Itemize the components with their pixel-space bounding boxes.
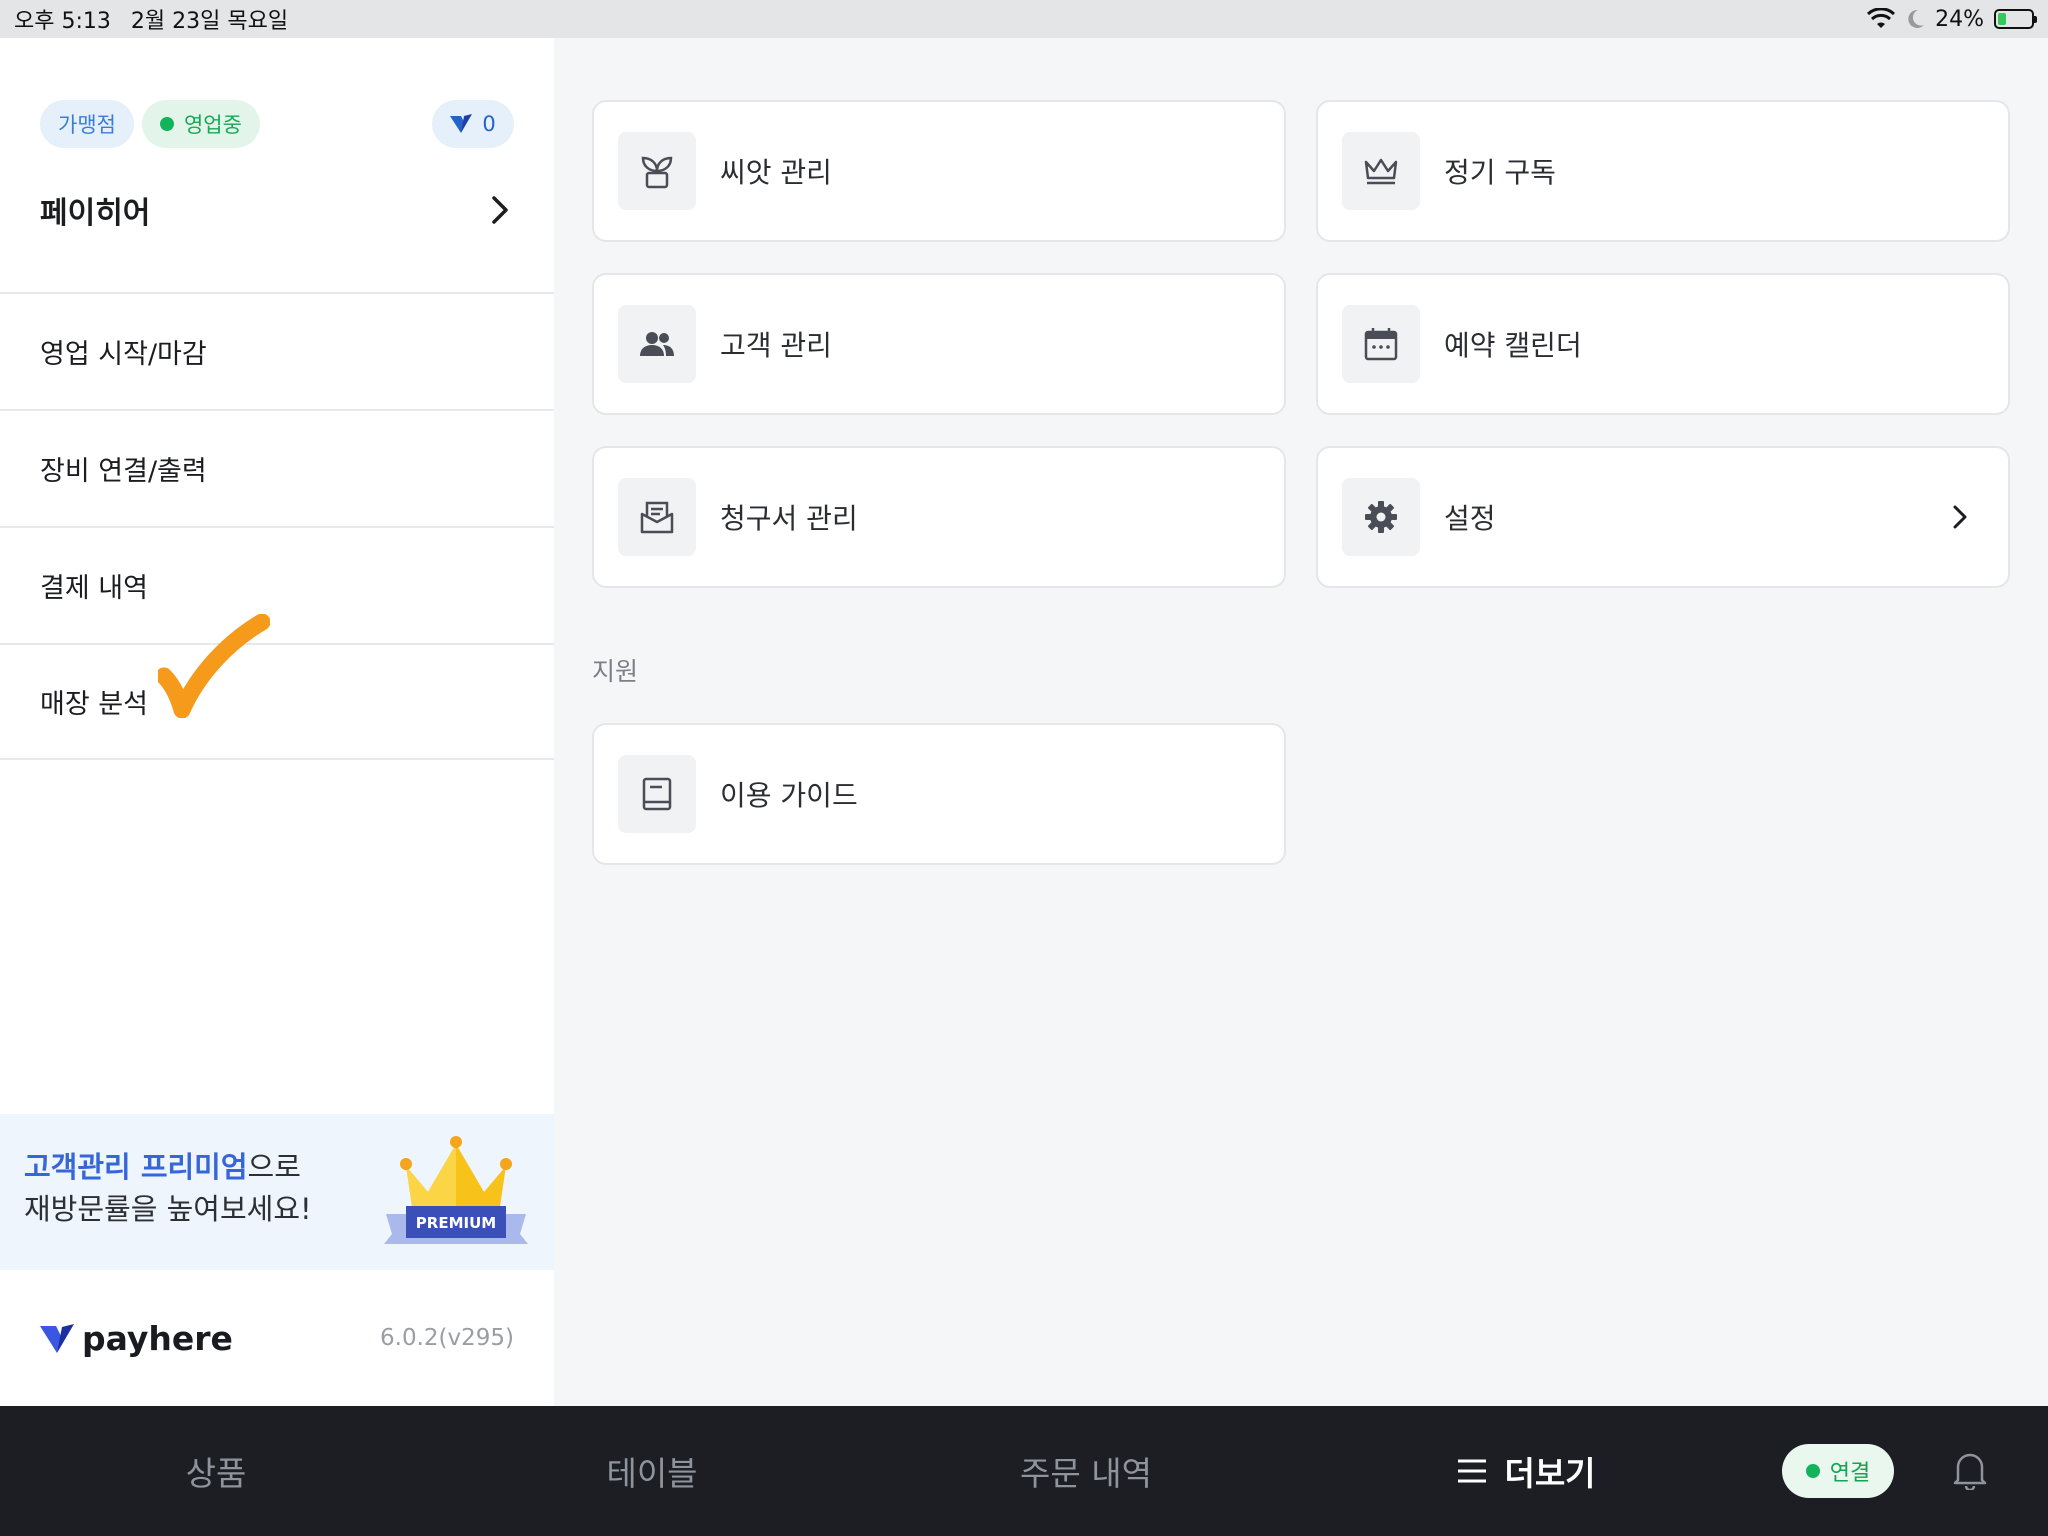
battery-percent: 24% (1935, 6, 1984, 32)
brand-name: payhere (82, 1318, 233, 1358)
icon-box (618, 755, 696, 833)
menu-item-label: 영업 시작/마감 (40, 339, 207, 370)
card-label: 청구서 관리 (720, 502, 858, 535)
icon-box (1342, 132, 1420, 210)
crown-icon (1364, 158, 1398, 185)
card-subscription[interactable]: 정기 구독 (1316, 100, 2010, 242)
icon-box (618, 305, 696, 383)
tab-tables[interactable]: 테이블 (552, 1406, 752, 1536)
card-seed-management[interactable]: 씨앗 관리 (592, 100, 1286, 242)
card-label: 이용 가이드 (720, 779, 858, 812)
gear-icon (1365, 501, 1397, 533)
tab-label: 상품 (185, 1454, 247, 1493)
payhere-logo: payhere (40, 1319, 233, 1358)
bell-icon[interactable] (1952, 1450, 1988, 1490)
tab-label: 더보기 (1504, 1454, 1596, 1493)
hamburger-menu-icon (1458, 1459, 1487, 1483)
app-version: 6.0.2(v295) (380, 1325, 514, 1351)
sidebar-menu: 영업 시작/마감 장비 연결/출력 결제 내역 매장 분석 (0, 292, 554, 760)
franchise-badge: 가맹점 (40, 100, 134, 148)
people-icon (640, 332, 674, 356)
points-badge[interactable]: 0 (432, 100, 514, 148)
open-status-label: 영업중 (183, 113, 242, 137)
tab-label: 주문 내역 (1020, 1454, 1152, 1493)
menu-item-label: 장비 연결/출력 (40, 456, 207, 487)
envelope-icon (640, 501, 674, 534)
card-settings[interactable]: 설정 (1316, 446, 2010, 588)
premium-promo-banner[interactable]: 고객관리 프리미엄으로 재방문률을 높여보세요! PREMIUM (0, 1114, 554, 1270)
menu-item-business-open-close[interactable]: 영업 시작/마감 (0, 292, 554, 409)
menu-item-label: 매장 분석 (40, 689, 148, 720)
tab-products[interactable]: 상품 (116, 1406, 316, 1536)
main-content: 씨앗 관리 정기 구독 고객 관리 예약 캘린더 청구서 관리 설정 지원 이용… (554, 38, 2048, 1406)
card-label: 고객 관리 (720, 329, 832, 362)
status-date: 2월 23일 목요일 (130, 9, 289, 34)
icon-box (1342, 478, 1420, 556)
menu-item-device-connect[interactable]: 장비 연결/출력 (0, 409, 554, 526)
card-user-guide[interactable]: 이용 가이드 (592, 723, 1286, 865)
menu-item-payment-history[interactable]: 결제 내역 (0, 526, 554, 643)
card-label: 정기 구독 (1444, 156, 1556, 189)
book-icon (642, 777, 672, 811)
card-customer-management[interactable]: 고객 관리 (592, 273, 1286, 415)
brand-footer: payhere 6.0.2(v295) (0, 1270, 554, 1406)
icon-box (618, 132, 696, 210)
status-right: 24% (1867, 6, 2037, 32)
payhere-mark-icon (450, 114, 473, 133)
points-value: 0 (482, 112, 496, 136)
connection-label: 연결 (1829, 1461, 1871, 1486)
moon-icon (1908, 9, 1925, 28)
checkmark-annotation-icon (158, 614, 270, 718)
tab-label: 테이블 (606, 1454, 698, 1493)
connection-dot (1805, 1464, 1820, 1478)
support-section-title: 지원 (592, 657, 639, 686)
status-time: 오후 5:13 (14, 9, 111, 34)
promo-highlight: 고객관리 프리미엄 (24, 1150, 248, 1184)
tab-more[interactable]: 더보기 (1426, 1406, 1626, 1536)
store-selector[interactable]: 페이히어 (40, 188, 510, 232)
calendar-icon (1364, 328, 1398, 361)
menu-item-store-analytics[interactable]: 매장 분석 (0, 643, 554, 760)
icon-box (618, 478, 696, 556)
store-badges: 가맹점 영업중 0 (40, 100, 514, 148)
sidebar: 가맹점 영업중 0 페이히어 영업 시작/마감 장비 연결/출력 결제 내역 매… (0, 38, 554, 1406)
tab-orders[interactable]: 주문 내역 (986, 1406, 1186, 1536)
card-label: 씨앗 관리 (720, 156, 832, 189)
payhere-logo-icon (40, 1324, 74, 1353)
store-name: 페이히어 (40, 196, 151, 231)
icon-box (1342, 305, 1420, 383)
status-dot (159, 117, 174, 131)
wifi-icon (1867, 8, 1896, 28)
menu-item-label: 결제 내역 (40, 573, 148, 604)
connection-status-button[interactable]: 연결 (1782, 1444, 1894, 1498)
status-bar: 오후 5:13 2월 23일 목요일 24% (0, 0, 2048, 38)
open-status-badge: 영업중 (141, 100, 260, 148)
chevron-right-icon (492, 196, 508, 224)
promo-line1-rest: 으로 (247, 1150, 301, 1184)
bottom-navigation: 상품 테이블 주문 내역 더보기 연결 (0, 1406, 2048, 1536)
premium-crown-icon: PREMIUM (384, 1136, 528, 1244)
card-label: 설정 (1444, 502, 1496, 535)
sprout-icon (641, 156, 673, 189)
card-reservation-calendar[interactable]: 예약 캘린더 (1316, 273, 2010, 415)
premium-label: PREMIUM (416, 1214, 496, 1232)
battery-icon (1994, 9, 2037, 29)
card-invoice-management[interactable]: 청구서 관리 (592, 446, 1286, 588)
chevron-right-icon (1953, 505, 1967, 529)
battery-fill (1998, 13, 2006, 25)
card-label: 예약 캘린더 (1444, 329, 1582, 362)
